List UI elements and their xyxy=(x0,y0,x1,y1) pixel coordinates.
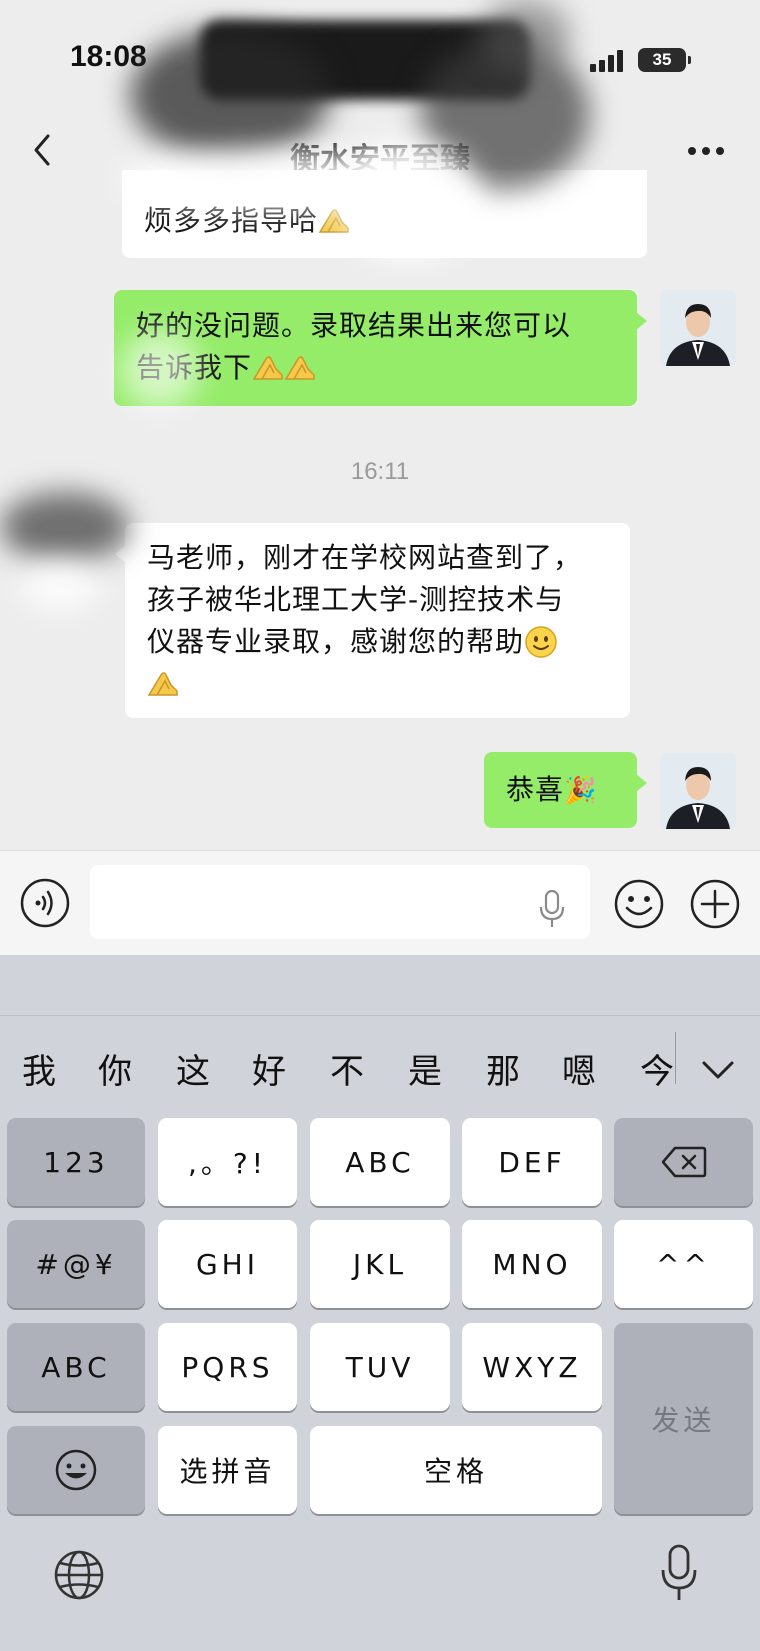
candidate-word[interactable]: 不 xyxy=(330,1044,364,1093)
candidate-word[interactable]: 我 xyxy=(22,1044,56,1093)
battery-indicator: 35 xyxy=(638,48,691,72)
send-button[interactable]: 发送 xyxy=(614,1323,753,1514)
message-text: 烦多多指导哈 xyxy=(144,200,625,242)
message-text-line: 孩子被华北理工大学-测控技术与 xyxy=(147,583,565,616)
message-input[interactable] xyxy=(90,865,590,939)
candidate-word[interactable]: 嗯 xyxy=(562,1044,596,1093)
message-text-line: 马老师，刚才在学校网站查到了， xyxy=(147,541,583,574)
key-jkl[interactable]: JKL xyxy=(310,1220,450,1308)
candidate-word[interactable]: 今 xyxy=(640,1044,674,1093)
avatar-image xyxy=(660,753,736,829)
avatar[interactable] xyxy=(660,290,736,366)
key-pqrs[interactable]: PQRS xyxy=(158,1323,297,1411)
message-text-line: 仪器专业录取，感谢您的帮助 xyxy=(147,621,608,663)
avatar[interactable] xyxy=(660,753,736,829)
candidate-word[interactable]: 是 xyxy=(408,1044,442,1093)
key-punctuation[interactable]: ,。?! xyxy=(158,1118,297,1206)
backspace-icon xyxy=(661,1146,706,1178)
avatar-image xyxy=(660,290,736,366)
redaction-smudge xyxy=(20,560,100,610)
signal-icon xyxy=(590,50,623,72)
status-bar: 18:08 35 xyxy=(0,0,760,110)
message-text-line: 好的没问题。录取结果出来您可以 xyxy=(136,309,572,342)
candidate-word[interactable]: 好 xyxy=(252,1044,286,1093)
message-outgoing[interactable]: 恭喜🎉 xyxy=(484,752,647,828)
status-time: 18:08 xyxy=(70,40,147,73)
candidate-word[interactable]: 那 xyxy=(486,1044,520,1093)
space-key[interactable]: 空格 xyxy=(310,1426,602,1514)
key-mno[interactable]: MNO xyxy=(462,1220,602,1308)
praying-hands-icon xyxy=(147,672,178,696)
candidate-word[interactable]: 这 xyxy=(176,1044,210,1093)
message-incoming[interactable]: 马老师，刚才在学校网站查到了， 孩子被华北理工大学-测控技术与 仪器专业录取，感… xyxy=(115,523,630,718)
redaction-smudge xyxy=(0,492,130,562)
party-popper-icon: 🎉 xyxy=(564,776,598,806)
candidate-divider xyxy=(675,1032,676,1084)
emoji-keyboard-key[interactable] xyxy=(7,1426,145,1514)
keyboard-top-strip xyxy=(0,955,760,1015)
praying-hands-icon xyxy=(284,356,315,380)
key-abc[interactable]: ABC xyxy=(310,1118,450,1206)
backspace-key[interactable] xyxy=(614,1118,753,1206)
key-wxyz[interactable]: WXYZ xyxy=(462,1323,602,1411)
key-ghi[interactable]: GHI xyxy=(158,1220,297,1308)
emoji-icon xyxy=(55,1449,97,1491)
message-text-line: 告诉我下 xyxy=(136,347,615,389)
message-incoming[interactable]: 烦多多指导哈 xyxy=(122,170,647,258)
key-symbols[interactable]: #@¥ xyxy=(7,1220,145,1308)
mic-icon[interactable] xyxy=(538,889,566,929)
key-tuv[interactable]: TUV xyxy=(310,1323,450,1411)
message-text: 恭喜🎉 xyxy=(506,773,598,806)
candidate-word[interactable]: 你 xyxy=(98,1044,132,1093)
key-emoticon[interactable]: ^^ xyxy=(614,1220,753,1308)
chevron-down-icon[interactable] xyxy=(700,1058,736,1082)
voice-icon[interactable] xyxy=(20,878,70,928)
input-bar xyxy=(0,850,760,955)
praying-hands-icon xyxy=(252,356,283,380)
dictation-mic-icon[interactable] xyxy=(660,1544,698,1604)
message-outgoing[interactable]: 好的没问题。录取结果出来您可以 告诉我下 xyxy=(114,290,647,406)
plus-icon[interactable] xyxy=(689,878,741,930)
key-select-pinyin[interactable]: 选拼音 xyxy=(158,1426,297,1514)
smile-emoji-icon xyxy=(525,626,557,658)
message-timestamp: 16:11 xyxy=(350,458,410,485)
globe-icon[interactable] xyxy=(52,1548,106,1602)
candidate-bar: 我 你 这 好 不 是 那 嗯 今 xyxy=(0,1015,760,1115)
key-def[interactable]: DEF xyxy=(462,1118,602,1206)
more-icon[interactable] xyxy=(686,136,726,166)
emoji-icon[interactable] xyxy=(613,878,665,930)
key-abc-mode[interactable]: ABC xyxy=(7,1323,145,1411)
message-text-line xyxy=(147,663,608,705)
praying-hands-icon xyxy=(318,209,349,233)
key-123[interactable]: 123 xyxy=(7,1118,145,1206)
